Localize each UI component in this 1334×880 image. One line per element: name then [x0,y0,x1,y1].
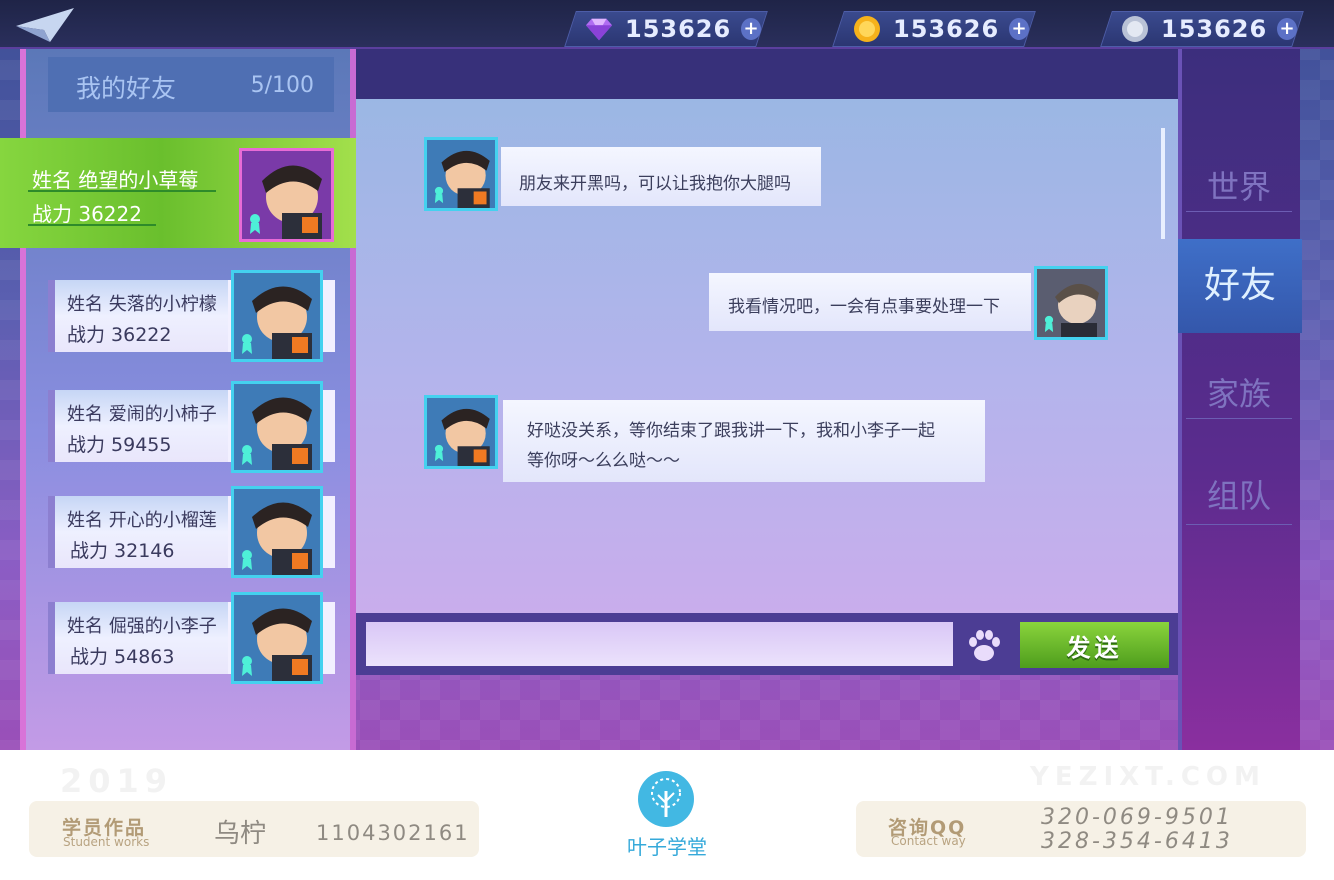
message-text: 朋友来开黑吗，可以让我抱你大腿吗 [519,174,791,194]
top-bar: 153626 + 153626 + 153626 + [0,0,1334,49]
ribbon-icon [242,445,252,465]
diamond-amount: 153626 [625,15,732,43]
tab-friends[interactable]: 好友 [1178,239,1302,333]
add-gold-button[interactable]: + [1009,18,1029,40]
game-scene: 153626 + 153626 + 153626 + 我的好友 5/100 姓名… [0,0,1334,750]
underline [28,190,216,192]
friend-name: 姓名 倔强的小李子 [67,616,217,637]
friend-name: 姓名 绝望的小草莓 [32,168,199,192]
back-arrow-icon[interactable] [14,4,84,44]
friend-power: 战力 36222 [67,324,172,346]
message-text-line: 等你呀～么么哒～～ [527,451,680,471]
underline [28,224,156,226]
message-text: 我看情况吧，一会有点事要处理一下 [728,297,1000,317]
student-works-box: 学员作品 Student works 乌柠 1104302161 [29,801,479,857]
message-avatar[interactable] [424,137,498,211]
ribbon-icon [242,550,252,570]
qq-label-en: Contact way [891,834,966,848]
silver-amount: 153626 [1161,15,1268,43]
friend-card: 姓名 开心的小榴莲 战力 32146 [48,496,233,568]
friend-power: 战力 59455 [67,434,172,456]
gold-coin-icon [853,15,881,43]
add-diamond-button[interactable]: + [741,18,761,40]
send-button[interactable]: 发送 [1020,622,1169,668]
message-bubble: 好哒没关系，等你结束了跟我讲一下，我和小李子一起 等你呀～么么哒～～ [503,400,985,482]
watermark-site: YEZIXT.COM [1030,762,1266,792]
friend-power: 战力 32146 [70,540,175,562]
qq-number-2: 328-354-6413 [1041,829,1233,854]
tab-family[interactable]: 家族 [1186,364,1292,424]
friend-power: 战力 54863 [70,646,175,668]
diamond-icon [585,15,613,43]
friends-count: 5/100 [250,73,314,98]
friend-name: 姓名 失落的小柠檬 [67,294,217,315]
student-name: 乌柠 [214,819,267,849]
silver-coin-icon [1121,15,1149,43]
chat-header-strip [356,49,1178,99]
message-avatar[interactable] [424,395,498,469]
tab-divider [1186,418,1292,419]
tab-divider [1186,211,1292,212]
ribbon-icon [250,214,260,234]
logo-text: 叶子学堂 [627,835,707,859]
works-label-en: Student works [63,835,150,849]
avatar[interactable] [231,486,323,578]
tab-team[interactable]: 组队 [1186,466,1292,526]
ribbon-icon [434,444,444,462]
ribbon-icon [242,656,252,676]
ribbon-icon [434,186,444,204]
gold-currency: 153626 + [832,11,1036,47]
avatar[interactable] [231,381,323,473]
qq-number-1: 320-069-9501 [1041,805,1233,830]
message-bubble: 我看情况吧，一会有点事要处理一下 [709,273,1031,331]
friend-power: 战力 36222 [32,202,142,226]
ribbon-icon [1044,315,1054,333]
message-text-line: 好哒没关系，等你结束了跟我讲一下，我和小李子一起 [527,421,935,441]
diamond-currency: 153626 + [564,11,768,47]
logo-tree-icon [638,771,694,827]
avatar[interactable] [231,592,323,684]
avatar[interactable] [231,270,323,362]
message-avatar[interactable] [1034,266,1108,340]
ribbon-icon [242,334,252,354]
watermark-year: 2019 [60,762,174,800]
friend-card: 姓名 爱闹的小柿子 战力 59455 [48,390,233,462]
friends-header: 我的好友 5/100 [48,57,334,112]
friend-name: 姓名 爱闹的小柿子 [67,404,217,425]
message-bubble: 朋友来开黑吗，可以让我抱你大腿吗 [501,147,821,206]
avatar[interactable] [239,148,334,242]
student-id: 1104302161 [316,821,470,845]
friend-card: 姓名 失落的小柠檬 战力 36222 [48,280,233,352]
gold-amount: 153626 [893,15,1000,43]
silver-currency: 153626 + [1100,11,1304,47]
friend-card: 姓名 倔强的小李子 战力 54863 [48,602,233,674]
tab-divider [1186,524,1292,525]
paw-emoji-icon[interactable] [964,626,1004,666]
chat-input[interactable] [366,622,953,666]
chat-scrollbar[interactable] [1161,128,1165,239]
contact-box: 咨询QQ Contact way 320-069-9501 328-354-64… [856,801,1306,857]
friends-title: 我的好友 [76,74,177,103]
add-silver-button[interactable]: + [1277,18,1297,40]
tab-world[interactable]: 世界 [1186,157,1292,217]
friend-name: 姓名 开心的小榴莲 [67,510,217,531]
